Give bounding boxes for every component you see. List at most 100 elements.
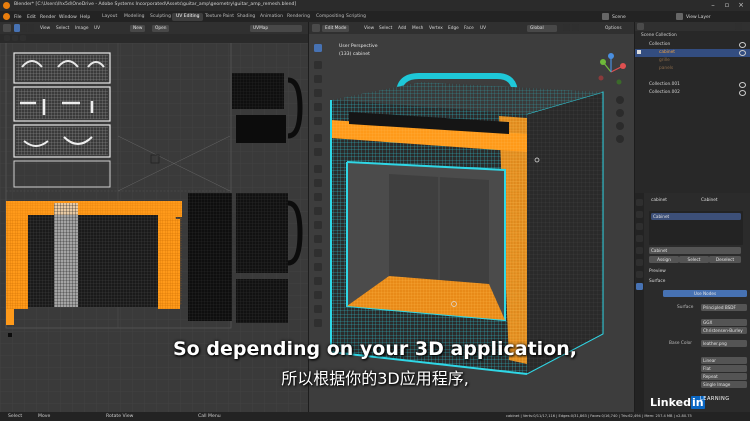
menu-edit[interactable]: Edit [27, 15, 36, 20]
uv-menu-uv[interactable]: UV [94, 25, 100, 32]
material-tab-icon[interactable] [636, 283, 643, 290]
outliner-editor-icon[interactable] [637, 23, 644, 30]
visibility-eye-icon[interactable] [739, 50, 746, 56]
outliner-label: Collection [649, 42, 671, 47]
assign-button[interactable]: Assign [649, 256, 679, 263]
vertex-select-icon[interactable] [14, 24, 20, 32]
world-tab-icon[interactable] [636, 247, 643, 254]
snap-icon[interactable] [563, 24, 570, 31]
material-selector[interactable]: Cabinet [649, 247, 741, 254]
scene-tab-icon[interactable] [636, 235, 643, 242]
new-image-button[interactable]: New [130, 24, 146, 32]
vp-menu-select[interactable]: Select [379, 25, 392, 32]
status-call-menu: Call Menu [198, 413, 221, 419]
visibility-eye-icon[interactable] [739, 82, 746, 88]
uv-menu-select[interactable]: Select [56, 25, 69, 32]
minimize-icon[interactable]: – [706, 1, 720, 10]
viewport-header: Edit Mode View Select Add Mesh Vertex Ed… [309, 22, 634, 34]
surface-shader-selector[interactable]: Principled BSDF [701, 304, 747, 311]
subsurface-method-selector[interactable]: Christensen-Burley [701, 327, 747, 334]
vp-menu-view[interactable]: View [364, 25, 374, 32]
object-tab-icon[interactable] [636, 259, 643, 266]
blender-logo-icon [3, 2, 10, 9]
uv-menu-view[interactable]: View [40, 25, 50, 32]
uv-editor-header: View Select Image UV New Open UVMap [0, 22, 308, 34]
vp-menu-uv[interactable]: UV [480, 25, 486, 32]
outliner-panel: Scene Collection Collection cabinet gril… [635, 22, 750, 193]
vp-menu-vertex[interactable]: Vertex [429, 25, 443, 32]
view-layer-icon [676, 13, 683, 20]
menu-help[interactable]: Help [80, 15, 90, 20]
face-select-icon[interactable] [28, 24, 34, 32]
tab-layout[interactable]: Layout [98, 13, 121, 21]
material-slot-list[interactable]: Cabinet [649, 211, 743, 245]
status-bar: Select Move Rotate View Call Menu cabine… [0, 412, 750, 421]
distribution-selector[interactable]: GGX [701, 319, 747, 326]
tab-uv-editing[interactable]: UV Editing [172, 12, 204, 21]
props-material-name: Cabinet [701, 198, 718, 203]
menu-file[interactable]: File [14, 15, 22, 20]
outliner-row-collection-002[interactable]: Collection.002 [635, 89, 750, 97]
vp-menu-mesh[interactable]: Mesh [412, 25, 423, 32]
uv-pivot-icon[interactable] [12, 35, 18, 41]
uv-snap-icon[interactable] [20, 35, 26, 41]
surface-panel-header[interactable]: Surface [649, 278, 665, 285]
editor-type-icon[interactable] [3, 24, 11, 32]
proportional-edit-icon[interactable] [572, 24, 579, 31]
status-select: Select [8, 413, 23, 419]
edge-select-icon[interactable] [21, 24, 27, 32]
outliner-row-panels[interactable]: panels [635, 65, 750, 73]
render-tab-icon[interactable] [636, 211, 643, 218]
tab-rendering[interactable]: Rendering [283, 13, 314, 21]
output-tab-icon[interactable] [636, 223, 643, 230]
tab-modeling[interactable]: Modeling [120, 13, 148, 21]
outliner-row-scene-collection[interactable]: Scene Collection [635, 32, 750, 40]
modifier-tab-icon[interactable] [636, 271, 643, 278]
uv-menu-image[interactable]: Image [75, 25, 88, 32]
window-title: Blender* [C:\Users\lhx5d\OneDrive - Adob… [14, 2, 297, 7]
menu-window[interactable]: Window [59, 15, 77, 20]
blender-menu-icon[interactable] [3, 13, 10, 20]
filter-icon[interactable] [735, 23, 742, 30]
uv-sync-icon[interactable] [4, 35, 10, 41]
status-move: Move [38, 413, 51, 419]
deselect-button[interactable]: Deselect [709, 256, 741, 263]
tab-sculpting[interactable]: Sculpting [146, 13, 175, 21]
menu-render[interactable]: Render [40, 15, 56, 20]
uvmap-selector[interactable]: UVMap [250, 24, 302, 32]
mode-selector[interactable]: Edit Mode [322, 24, 350, 32]
open-image-button[interactable]: Open [152, 24, 170, 32]
visibility-eye-icon[interactable] [739, 42, 746, 48]
linkedin-logo: Linkedin [650, 396, 705, 409]
outliner-label: grille [659, 58, 670, 63]
vp-menu-face[interactable]: Face [464, 25, 474, 32]
viewport-editor-type-icon[interactable] [312, 24, 320, 32]
material-slot-item[interactable]: Cabinet [651, 213, 741, 220]
visibility-eye-icon[interactable] [739, 90, 746, 96]
outliner-row-grille[interactable]: grille [635, 57, 750, 65]
subtitle-line-chinese: 所以根据你的3D应用程序, [281, 369, 469, 388]
tool-tab-icon[interactable] [636, 199, 643, 206]
scene-selector[interactable]: Scene [612, 15, 626, 20]
view-layer-selector[interactable]: View Layer [686, 15, 711, 20]
vp-menu-add[interactable]: Add [398, 25, 406, 32]
vp-menu-edge[interactable]: Edge [448, 25, 459, 32]
tab-scripting[interactable]: Scripting [342, 13, 370, 21]
top-menu-bar: File Edit Render Window Help Layout Mode… [0, 11, 750, 22]
outliner-label: panels [659, 66, 674, 71]
select-button[interactable]: Select [679, 256, 709, 263]
checkbox-icon[interactable] [637, 50, 641, 54]
close-icon[interactable]: × [734, 1, 748, 10]
transform-orientation-selector[interactable]: Global [527, 24, 557, 32]
outliner-label: Collection.002 [649, 90, 680, 95]
use-nodes-button[interactable]: Use Nodes [663, 290, 747, 297]
outliner-row-collection[interactable]: Collection [635, 41, 750, 49]
outliner-label: Collection.001 [649, 82, 680, 87]
preview-panel-header[interactable]: Preview [649, 268, 666, 275]
surface-label: Surface [677, 305, 694, 310]
options-menu[interactable]: Options [605, 25, 622, 32]
maximize-icon[interactable]: ▫ [720, 1, 734, 10]
outliner-row-collection-001[interactable]: Collection.001 [635, 81, 750, 89]
outliner-row-cabinet[interactable]: cabinet [635, 49, 750, 57]
linkedin-logo-text: Linked [650, 396, 691, 409]
